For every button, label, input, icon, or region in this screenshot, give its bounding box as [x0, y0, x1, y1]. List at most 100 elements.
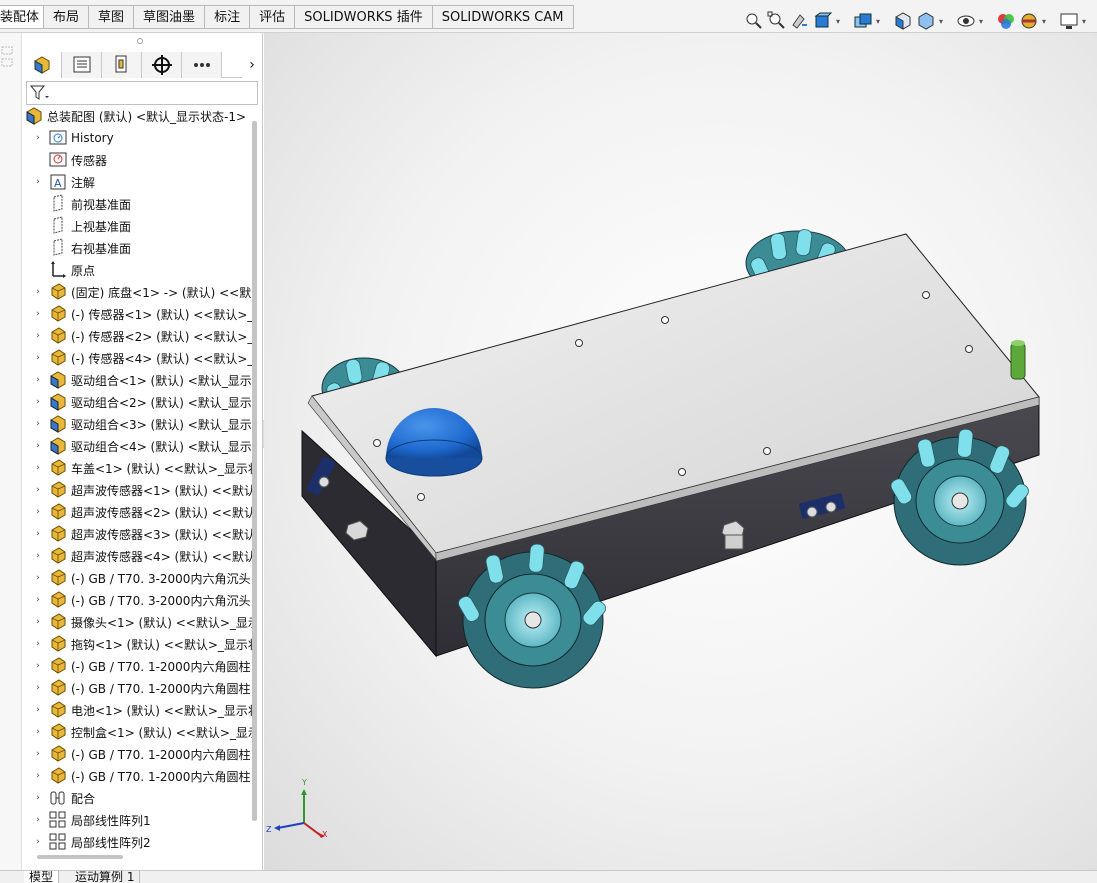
- bottom-tab-0[interactable]: 模型: [24, 871, 60, 883]
- expand-arrow-icon[interactable]: ›: [32, 639, 44, 649]
- tree-item[interactable]: › 驱动组合<3> (默认) <默认_显示: [32, 413, 252, 435]
- tree-item[interactable]: › 超声波传感器<3> (默认) <<默认: [32, 523, 254, 545]
- apply-scene-icon[interactable]: [1019, 11, 1039, 31]
- expand-arrow-icon[interactable]: ›: [32, 375, 44, 385]
- expand-arrow-icon[interactable]: ›: [32, 529, 44, 539]
- expand-arrow-icon[interactable]: ›: [32, 331, 44, 341]
- tab-0[interactable]: 装配体: [0, 5, 45, 29]
- expand-arrow-icon[interactable]: ›: [32, 441, 44, 451]
- tree-item[interactable]: 右视基准面: [32, 237, 131, 259]
- view-settings-icon[interactable]: [1059, 11, 1079, 31]
- tree-root[interactable]: 总装配图 (默认) <默认_显示状态-1>: [24, 105, 246, 127]
- expand-arrow-icon[interactable]: ›: [32, 705, 44, 715]
- expand-arrow-icon[interactable]: ›: [32, 133, 44, 143]
- display-style-icon[interactable]: [916, 11, 936, 31]
- tree-item[interactable]: › (-) GB / T70. 1-2000内六角圆柱: [32, 677, 250, 699]
- tree-item[interactable]: 原点: [32, 259, 95, 281]
- tree-item[interactable]: › 局部线性阵列2: [32, 831, 151, 850]
- expand-arrow-icon[interactable]: ›: [32, 485, 44, 495]
- zoom-area-icon[interactable]: [767, 11, 787, 31]
- dynamic-annotation-dropdown-arrow[interactable]: ▾: [876, 17, 884, 26]
- tree-item[interactable]: › (-) GB / T70. 1-2000内六角圆柱: [32, 743, 250, 765]
- tree-item[interactable]: › 超声波传感器<2> (默认) <<默认: [32, 501, 254, 523]
- display-style-dropdown-arrow[interactable]: ▾: [939, 17, 947, 26]
- expand-arrow-icon[interactable]: ›: [32, 617, 44, 627]
- expand-arrow-icon[interactable]: ›: [32, 573, 44, 583]
- tab-6[interactable]: SOLIDWORKS 插件: [295, 5, 433, 29]
- expand-arrow-icon[interactable]: ›: [32, 551, 44, 561]
- tree-item[interactable]: › (-) GB / T70. 3-2000内六角沉头: [32, 589, 250, 611]
- expand-arrow-icon[interactable]: ›: [32, 309, 44, 319]
- tree-item[interactable]: › (-) GB / T70. 1-2000内六角圆柱: [32, 655, 250, 677]
- tree-vertical-scrollbar[interactable]: [252, 121, 257, 821]
- tree-item[interactable]: › (-) GB / T70. 3-2000内六角沉头: [32, 567, 250, 589]
- tree-horizontal-scrollbar[interactable]: [37, 855, 123, 859]
- view-settings-dropdown-arrow[interactable]: ▾: [1082, 17, 1090, 26]
- view-orientation-icon[interactable]: [893, 11, 913, 31]
- previous-view-icon[interactable]: [790, 11, 810, 31]
- tree-item[interactable]: › (-) 传感器<2> (默认) <<默认>_: [32, 325, 253, 347]
- expand-arrow-icon[interactable]: ›: [32, 463, 44, 473]
- tree-item[interactable]: › (-) 传感器<4> (默认) <<默认>_: [32, 347, 253, 369]
- expand-arrow-icon[interactable]: ›: [32, 771, 44, 781]
- expand-arrow-icon[interactable]: ›: [32, 815, 44, 825]
- tree-item[interactable]: › 摄像头<1> (默认) <<默认>_显示: [32, 611, 254, 633]
- apply-scene-dropdown-arrow[interactable]: ▾: [1042, 17, 1050, 26]
- expand-arrow-icon[interactable]: ›: [32, 793, 44, 803]
- panel-tabs-scroll-right[interactable]: ›: [242, 52, 262, 78]
- dynamic-annotation-icon[interactable]: [853, 11, 873, 31]
- expand-arrow-icon[interactable]: ›: [32, 683, 44, 693]
- zoom-to-fit-icon[interactable]: [744, 11, 764, 31]
- tree-item[interactable]: › 局部线性阵列1: [32, 809, 151, 831]
- panel-grip-handle[interactable]: [137, 38, 143, 44]
- more-tab[interactable]: [182, 52, 222, 78]
- featuremanager-tab[interactable]: [22, 52, 62, 78]
- tree-item[interactable]: › History: [32, 127, 114, 149]
- expand-arrow-icon[interactable]: ›: [32, 727, 44, 737]
- tree-item[interactable]: 前视基准面: [32, 193, 131, 215]
- tree-item[interactable]: › 驱动组合<1> (默认) <默认_显示: [32, 369, 252, 391]
- expand-arrow-icon[interactable]: ›: [32, 661, 44, 671]
- propertymanager-tab[interactable]: [62, 52, 102, 78]
- tab-2[interactable]: 草图: [89, 5, 135, 29]
- tree-item[interactable]: › 拖钩<1> (默认) <<默认>_显示状: [32, 633, 254, 655]
- tab-3[interactable]: 草图油墨: [134, 5, 206, 29]
- hide-show-dropdown-arrow[interactable]: ▾: [979, 17, 987, 26]
- tree-item[interactable]: › 电池<1> (默认) <<默认>_显示状: [32, 699, 254, 721]
- expand-arrow-icon[interactable]: ›: [32, 749, 44, 759]
- section-view-dropdown-arrow[interactable]: ▾: [836, 17, 844, 26]
- robot-car-model[interactable]: Y Z X: [264, 33, 1097, 870]
- tab-1[interactable]: 布局: [44, 5, 90, 29]
- tree-item[interactable]: › 驱动组合<2> (默认) <默认_显示: [32, 391, 252, 413]
- hide-show-icon[interactable]: [956, 11, 976, 31]
- expand-arrow-icon[interactable]: ›: [32, 287, 44, 297]
- tree-item[interactable]: › (-) GB / T70. 1-2000内六角圆柱: [32, 765, 250, 787]
- tree-item[interactable]: › 驱动组合<4> (默认) <默认_显示: [32, 435, 252, 457]
- tree-item[interactable]: › 控制盒<1> (默认) <<默认>_显示: [32, 721, 254, 743]
- tow-hook[interactable]: [1010, 340, 1026, 380]
- expand-arrow-icon[interactable]: ›: [32, 595, 44, 605]
- tab-5[interactable]: 评估: [250, 5, 296, 29]
- expand-arrow-icon[interactable]: ›: [32, 353, 44, 363]
- expand-arrow-icon[interactable]: ›: [32, 397, 44, 407]
- tree-item[interactable]: › 车盖<1> (默认) <<默认>_显示状: [32, 457, 254, 479]
- bottom-tab-1[interactable]: 运动算例 1: [70, 871, 141, 883]
- tree-item[interactable]: › 超声波传感器<4> (默认) <<默认: [32, 545, 254, 567]
- tree-item[interactable]: › 超声波传感器<1> (默认) <<默认: [32, 479, 254, 501]
- hex-bolt-front[interactable]: [721, 520, 745, 550]
- tree-item[interactable]: › (-) 传感器<1> (默认) <<默认>_: [32, 303, 253, 325]
- configurationmanager-tab[interactable]: [102, 52, 142, 78]
- expand-arrow-icon[interactable]: ›: [32, 419, 44, 429]
- edit-appearance-icon[interactable]: [996, 11, 1016, 31]
- filter-icon[interactable]: [27, 82, 51, 104]
- tree-item[interactable]: › (固定) 底盘<1> -> (默认) <<默: [32, 281, 251, 303]
- section-view-icon[interactable]: [813, 11, 833, 31]
- tree-item[interactable]: 上视基准面: [32, 215, 131, 237]
- tree-item[interactable]: › A 注解: [32, 171, 95, 193]
- tree-filter[interactable]: [26, 81, 258, 105]
- graphics-area[interactable]: Y Z X: [264, 33, 1097, 870]
- tree-item[interactable]: › 配合: [32, 787, 95, 809]
- tree-item[interactable]: 传感器: [32, 149, 107, 171]
- dimxpertmanager-tab[interactable]: [142, 52, 182, 78]
- expand-arrow-icon[interactable]: ›: [32, 837, 44, 847]
